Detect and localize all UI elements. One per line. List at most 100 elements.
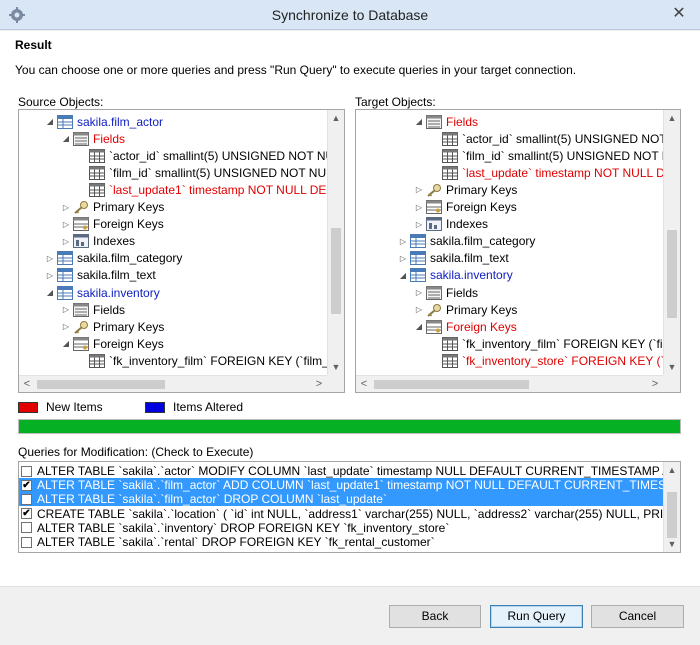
collapsed-arrow-icon[interactable]: ▷ <box>61 305 71 314</box>
tree-item[interactable]: `film_id` smallint(5) UNSIGNED NOT NULL <box>77 164 327 181</box>
tree-item-label: Fields <box>446 114 479 129</box>
tree-item[interactable]: ▷ Primary Keys <box>61 199 164 216</box>
collapsed-arrow-icon[interactable]: ▷ <box>414 185 424 194</box>
scroll-left-icon[interactable]: < <box>356 376 372 392</box>
tree-item[interactable]: `actor_id` smallint(5) UNSIGNED NOT NULL <box>77 147 327 164</box>
tree-item[interactable]: ▷ sakila.film_text <box>398 250 509 267</box>
scroll-thumb[interactable] <box>667 492 677 538</box>
expanded-arrow-icon[interactable]: ◢ <box>398 271 408 280</box>
tree-item[interactable]: `actor_id` smallint(5) UNSIGNED NOT NULL <box>430 130 663 147</box>
query-item[interactable]: ✔ CREATE TABLE `sakila`.`location` ( `id`… <box>21 507 663 521</box>
collapsed-arrow-icon[interactable]: ▷ <box>414 220 424 229</box>
tree-item[interactable]: `fk_inventory_store` FOREIGN KEY (`store… <box>430 352 663 369</box>
query-item[interactable]: ALTER TABLE `sakila`.`film_actor` DROP C… <box>19 492 663 507</box>
unchecked-checkbox[interactable] <box>21 522 32 534</box>
unchecked-checkbox[interactable] <box>21 493 32 505</box>
tree-item[interactable]: ▷ sakila.film_category <box>45 250 182 267</box>
tree-item[interactable]: ▷ Primary Keys <box>61 318 164 335</box>
tree-item[interactable]: ▷ Foreign Keys <box>414 199 517 216</box>
tree-item[interactable]: ▷ Indexes <box>61 233 135 250</box>
expanded-arrow-icon[interactable]: ◢ <box>45 117 55 126</box>
unchecked-checkbox[interactable] <box>21 536 32 548</box>
scroll-down-icon[interactable]: ▼ <box>664 536 680 552</box>
checked-checkbox[interactable]: ✔ <box>21 479 32 491</box>
back-button[interactable]: Back <box>389 605 481 628</box>
tree-item[interactable]: ◢ sakila.inventory <box>398 267 513 284</box>
expanded-arrow-icon[interactable]: ◢ <box>61 134 71 143</box>
scroll-up-icon[interactable]: ▲ <box>328 110 344 126</box>
scroll-up-icon[interactable]: ▲ <box>664 110 680 126</box>
scroll-thumb[interactable] <box>374 380 529 389</box>
tree-item[interactable]: ▷ Fields <box>61 301 125 318</box>
collapsed-arrow-icon[interactable]: ▷ <box>398 237 408 246</box>
target-horizontal-scrollbar[interactable]: < > <box>356 375 663 392</box>
tree-item[interactable]: `fk_inventory_film` FOREIGN KEY (`film_i… <box>77 352 327 369</box>
tree-item-label: Foreign Keys <box>446 200 517 214</box>
column-icon <box>89 165 105 180</box>
scroll-right-icon[interactable]: > <box>311 376 327 392</box>
expanded-arrow-icon[interactable]: ◢ <box>61 339 71 348</box>
collapsed-arrow-icon[interactable]: ▷ <box>414 288 424 297</box>
source-vertical-scrollbar[interactable]: ▲ ▼ <box>327 110 344 375</box>
tree-item-label: Foreign Keys <box>93 217 164 232</box>
expanded-arrow-icon[interactable]: ◢ <box>45 288 55 297</box>
scroll-right-icon[interactable]: > <box>647 376 663 392</box>
tree-item[interactable]: ▷ Indexes <box>414 216 488 233</box>
collapsed-arrow-icon[interactable]: ▷ <box>61 203 71 212</box>
fields-icon <box>73 302 89 317</box>
tree-item[interactable]: ◢ Foreign Keys <box>414 318 517 335</box>
tree-item[interactable]: ◢ sakila.inventory <box>45 284 160 301</box>
scroll-thumb[interactable] <box>667 230 677 318</box>
tree-item[interactable]: ▷ Fields <box>414 284 478 301</box>
close-icon[interactable]: ✕ <box>668 4 690 24</box>
source-objects-tree[interactable]: ◢ sakila.film_actor ◢ Fields `actor_id` smal… <box>18 109 345 393</box>
scroll-thumb[interactable] <box>331 228 341 314</box>
expanded-arrow-icon[interactable]: ◢ <box>414 117 424 126</box>
scroll-up-icon[interactable]: ▲ <box>664 462 680 478</box>
scroll-left-icon[interactable]: < <box>19 376 35 392</box>
scroll-down-icon[interactable]: ▼ <box>664 359 680 375</box>
table-icon <box>57 251 73 266</box>
expanded-arrow-icon[interactable]: ◢ <box>414 322 424 331</box>
progress-fill <box>19 420 680 433</box>
tree-item[interactable]: `film_id` smallint(5) UNSIGNED NOT NULL <box>430 147 663 164</box>
collapsed-arrow-icon[interactable]: ▷ <box>45 254 55 263</box>
tree-item[interactable]: `fk_inventory_film` FOREIGN KEY (`film_i… <box>430 335 663 352</box>
target-vertical-scrollbar[interactable]: ▲ ▼ <box>663 110 680 375</box>
query-item[interactable]: ALTER TABLE `sakila`.`rental` DROP FOREI… <box>21 535 663 549</box>
tree-item[interactable]: ▷ Foreign Keys <box>61 216 164 233</box>
queries-list[interactable]: ALTER TABLE `sakila`.`actor` MODIFY COLU… <box>18 461 681 553</box>
query-item[interactable]: ALTER TABLE `sakila`.`inventory` DROP FO… <box>21 521 663 535</box>
source-horizontal-scrollbar[interactable]: < > <box>19 375 327 392</box>
tree-item[interactable]: `last_update` timestamp NOT NULL DEFAULT <box>430 164 663 181</box>
scroll-thumb[interactable] <box>37 380 165 389</box>
collapsed-arrow-icon[interactable]: ▷ <box>61 322 71 331</box>
unchecked-checkbox[interactable] <box>21 465 32 477</box>
scroll-down-icon[interactable]: ▼ <box>328 359 344 375</box>
collapsed-arrow-icon[interactable]: ▷ <box>414 203 424 212</box>
tree-item[interactable]: ▷ sakila.film_text <box>45 267 156 284</box>
tree-item[interactable]: ◢ Fields <box>61 130 125 147</box>
collapsed-arrow-icon[interactable]: ▷ <box>398 254 408 263</box>
tree-item[interactable]: ◢ Fields <box>414 113 478 130</box>
tree-item[interactable]: ▷ Primary Keys <box>414 181 517 198</box>
query-item[interactable]: ALTER TABLE `sakila`.`actor` MODIFY COLU… <box>21 464 663 478</box>
tree-item[interactable]: ◢ Foreign Keys <box>61 335 164 352</box>
cancel-button[interactable]: Cancel <box>591 605 684 628</box>
query-item[interactable]: ✔ ALTER TABLE `sakila`.`film_actor` ADD C… <box>19 478 663 493</box>
new-items-label: New Items <box>46 400 103 414</box>
collapsed-arrow-icon[interactable]: ▷ <box>61 220 71 229</box>
checked-checkbox[interactable]: ✔ <box>21 508 32 520</box>
collapsed-arrow-icon[interactable]: ▷ <box>45 271 55 280</box>
run-query-button[interactable]: Run Query <box>490 605 583 628</box>
tree-item[interactable]: ▷ Primary Keys <box>414 301 517 318</box>
tree-item[interactable]: ◢ sakila.film_actor <box>45 113 163 130</box>
tree-item[interactable]: `last_update1` timestamp NOT NULL DEFAUL… <box>77 181 327 198</box>
tree-item[interactable]: ▷ sakila.film_category <box>398 233 535 250</box>
target-objects-tree[interactable]: ◢ Fields `actor_id` smallint(5) UNSIGNED N… <box>355 109 681 393</box>
window-title: Synchronize to Database <box>271 7 429 23</box>
column-icon <box>442 148 458 163</box>
collapsed-arrow-icon[interactable]: ▷ <box>414 305 424 314</box>
queries-vertical-scrollbar[interactable]: ▲ ▼ <box>663 462 680 552</box>
collapsed-arrow-icon[interactable]: ▷ <box>61 237 71 246</box>
